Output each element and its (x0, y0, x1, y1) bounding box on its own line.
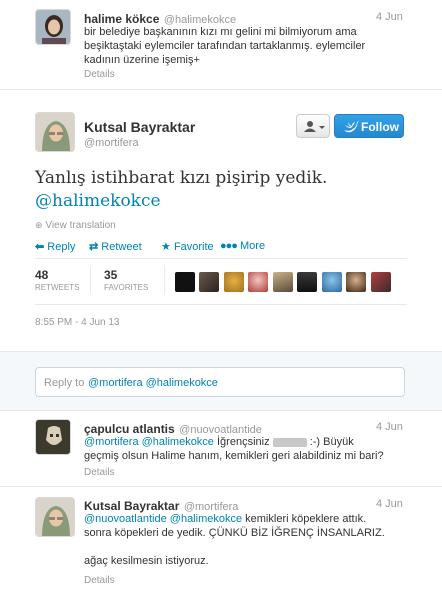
tweet-text-line: Yanlış istihbarat kızı pişirip yedik. (35, 168, 328, 188)
tweet-text-part: kemikleri köpeklere attık. (245, 513, 367, 525)
favorites-stat[interactable]: 35 FAVORITES (104, 268, 148, 292)
tweet-mentions[interactable]: @nuovoatlantide @halimekokce (84, 513, 242, 525)
retweets-label: RETWEETS (35, 283, 80, 292)
tweet-date[interactable]: 4 Jun (376, 498, 403, 510)
reply-label: Reply (47, 241, 76, 253)
globe-icon: ⊕ (35, 220, 43, 230)
reply-prefix: Reply to (44, 377, 85, 389)
favoriter-avatar[interactable] (346, 272, 366, 292)
tweet-text-line: ağaç kesilmesin istiyoruz. (84, 555, 209, 567)
more-dots-icon: ●●● (220, 240, 238, 252)
avatar[interactable] (35, 9, 71, 45)
reply-box-section: Reply to @mortifera @halimekokce (0, 352, 442, 410)
tweet-timestamp[interactable]: 8:55 PM - 4 Jun 13 (35, 317, 120, 328)
avatar[interactable] (35, 497, 75, 537)
divider (35, 304, 407, 305)
tweet-date[interactable]: 4 Jun (376, 11, 403, 23)
divider (164, 266, 165, 294)
retweets-stat[interactable]: 48 RETWEETS (35, 268, 79, 292)
retweets-count: 48 (35, 268, 49, 282)
author-name[interactable]: Kutsal Bayraktar (84, 499, 179, 513)
avatar-image (36, 113, 74, 151)
favoriter-avatar[interactable] (273, 272, 293, 292)
tweet-text: Yanlış istihbarat kızı pişirip yedik. @h… (35, 167, 415, 213)
blurred-emoticon (272, 437, 307, 447)
reply-mentions: @mortifera @halimekokce (88, 377, 218, 389)
person-icon (304, 121, 325, 132)
user-actions-button[interactable] (296, 114, 330, 138)
favoriter-avatar[interactable] (371, 272, 391, 292)
details-link[interactable]: Details (84, 575, 115, 586)
tweet-date[interactable]: 4 Jun (376, 421, 403, 433)
author-name[interactable]: halime kökce (84, 12, 159, 26)
avatar[interactable] (35, 112, 75, 152)
favoriter-avatar[interactable] (199, 272, 219, 292)
tweet-text: @nuovoatlantide @halimekokce kemikleri k… (84, 512, 434, 568)
retweet-icon: ⇄ (89, 241, 99, 253)
author-handle[interactable]: @mortifera (84, 137, 139, 149)
tweet-halime[interactable]: halime kökce @halimekokce 4 Jun bir bele… (0, 0, 442, 90)
tweet-text-line: bir belediye başkanının kızı mı gelini m… (84, 26, 357, 38)
tweet-text-line: beşiktaştaki eylemciler tarafından tarta… (84, 40, 366, 52)
favorites-count: 35 (104, 268, 118, 282)
favoriter-avatar[interactable] (297, 272, 317, 292)
reply-tweet[interactable]: çapulcu atlantis @nuovoatlantide 4 Jun @… (0, 411, 442, 486)
tweet-text-line: geçmiş olsun Halime hanım, kemikleri ger… (84, 450, 384, 462)
details-link[interactable]: Details (84, 69, 115, 80)
tweet-text-line: sonra köpekleri de yedik. ÇÜNKÜ BİZ İĞRE… (84, 527, 385, 539)
tweet-text-line: kadının üzerine işemiş+ (84, 54, 200, 66)
star-icon: ★ (161, 241, 171, 253)
favoriter-avatar[interactable] (224, 272, 244, 292)
more-label: More (240, 240, 266, 252)
details-link[interactable]: Details (84, 467, 115, 478)
retweet-action[interactable]: ⇄ Retweet (89, 240, 142, 253)
view-translation[interactable]: ⊕ View translation (35, 220, 116, 231)
retweet-label: Retweet (101, 241, 142, 253)
reply-icon: ⬅ (35, 241, 45, 253)
tweet-mentions[interactable]: @mortifera @halimekokce (84, 436, 214, 448)
reply-action[interactable]: ⬅ Reply (35, 240, 75, 253)
author-name[interactable]: çapulcu atlantis (84, 422, 175, 436)
avatar-image (36, 498, 74, 536)
bird-icon (344, 121, 359, 133)
favoriter-avatar[interactable] (322, 272, 342, 292)
divider (90, 266, 91, 294)
view-translation-label: View translation (45, 220, 116, 231)
avatar[interactable] (35, 419, 71, 455)
favorite-action[interactable]: ★ Favorite (161, 240, 214, 253)
reply-tweet[interactable]: Kutsal Bayraktar @mortifera 4 Jun @nuovo… (0, 487, 442, 600)
tweet-mention[interactable]: @halimekokce (35, 190, 415, 213)
more-action[interactable]: ●●● More (220, 240, 265, 252)
tweet-text-part: İğrençsiniz (217, 436, 270, 448)
favorites-label: FAVORITES (104, 283, 149, 292)
avatar-image (36, 420, 70, 454)
tweet-text: @mortifera @halimekokce İğrençsiniz :-) … (84, 435, 434, 463)
divider (35, 258, 407, 259)
tweet-text-part: :-) Büyük (309, 436, 354, 448)
favorite-label: Favorite (173, 241, 214, 253)
follow-button[interactable]: Follow (334, 114, 404, 138)
favoriter-avatar[interactable] (175, 272, 195, 292)
follow-label: Follow (361, 120, 399, 134)
favoriter-avatar[interactable] (248, 272, 268, 292)
tweet-text: bir belediye başkanının kızı mı gelini m… (84, 25, 424, 67)
avatar-image (36, 10, 70, 44)
main-tweet: Kutsal Bayraktar @mortifera Follow Yanlı… (0, 90, 442, 350)
author-name[interactable]: Kutsal Bayraktar (84, 119, 195, 135)
reply-input[interactable]: Reply to @mortifera @halimekokce (35, 367, 405, 397)
